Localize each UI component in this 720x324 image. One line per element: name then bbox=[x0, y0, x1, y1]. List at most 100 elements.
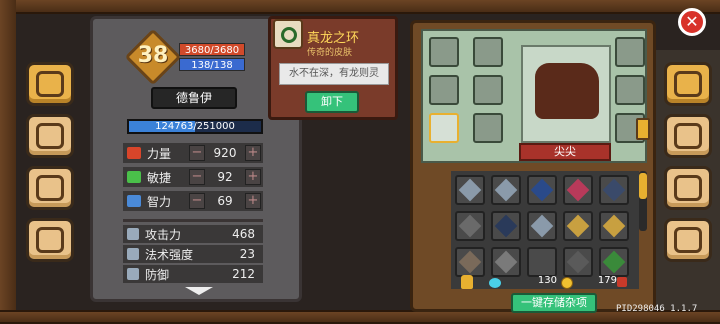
side-tab-settings[interactable] bbox=[664, 218, 712, 262]
inventory-item[interactable] bbox=[599, 247, 629, 277]
dragon-ring-icon bbox=[281, 27, 297, 43]
attr-label: 力量 bbox=[147, 146, 172, 161]
intellect-plus-button[interactable]: + bbox=[245, 193, 261, 209]
frame-top bbox=[0, 0, 720, 14]
slot-ring-1[interactable] bbox=[473, 75, 503, 105]
book-icon bbox=[36, 71, 64, 97]
card-icon bbox=[566, 214, 590, 238]
inventory-grid bbox=[451, 171, 639, 289]
wand-icon bbox=[127, 248, 139, 260]
slot-ring-2[interactable] bbox=[473, 113, 503, 143]
attr-row-strength: 力量 − 920 + bbox=[123, 143, 263, 163]
item-subtitle: 传奇的皮肤 bbox=[307, 48, 353, 58]
bear-sprite bbox=[535, 63, 599, 119]
crossbow-icon bbox=[494, 250, 518, 274]
equipment-slots-area: 尖尖 bbox=[421, 29, 647, 163]
version-label: PID298046 1.1.7 bbox=[616, 304, 698, 314]
exp-text: 124763/251000 bbox=[155, 121, 235, 132]
item-description: 水不在深，有龙则灵 bbox=[279, 63, 389, 85]
gem-count: 130 bbox=[537, 275, 557, 286]
level-number: 38 bbox=[137, 43, 169, 68]
inventory-item[interactable] bbox=[455, 175, 485, 205]
slot-helmet[interactable] bbox=[429, 75, 459, 105]
stat-row-defense: 防御 212 bbox=[123, 265, 263, 283]
side-tab-vehicle[interactable] bbox=[26, 218, 74, 262]
attr-value: 69 bbox=[217, 194, 233, 208]
slot-badge[interactable] bbox=[429, 37, 459, 67]
slot-necklace[interactable] bbox=[473, 37, 503, 67]
side-tab-map[interactable] bbox=[26, 114, 74, 158]
inventory-scrollbar[interactable] bbox=[639, 171, 647, 231]
intellect-icon bbox=[127, 195, 141, 207]
compass-icon bbox=[674, 175, 702, 201]
inventory-item[interactable] bbox=[563, 211, 593, 241]
map-scroll-icon bbox=[36, 123, 64, 149]
inventory-item[interactable] bbox=[491, 175, 521, 205]
strength-icon bbox=[127, 147, 141, 159]
side-tab-weapons[interactable] bbox=[664, 114, 712, 158]
inventory-item[interactable] bbox=[527, 175, 557, 205]
inventory-item-empty[interactable] bbox=[527, 247, 557, 277]
inventory-item[interactable] bbox=[563, 247, 593, 277]
attr-label: 敏捷 bbox=[147, 170, 172, 185]
strength-plus-button[interactable]: + bbox=[245, 145, 261, 161]
coin-icon bbox=[561, 277, 573, 289]
inventory-item[interactable] bbox=[455, 211, 485, 241]
inventory-item[interactable] bbox=[491, 211, 521, 241]
agility-minus-button[interactable]: − bbox=[189, 169, 205, 185]
card-icon bbox=[602, 214, 626, 238]
inventory-item[interactable] bbox=[491, 247, 521, 277]
pet-portrait bbox=[521, 45, 611, 143]
stat-value: 212 bbox=[232, 267, 255, 281]
inventory-item[interactable] bbox=[599, 211, 629, 241]
helmet-icon bbox=[494, 214, 518, 238]
bow-icon bbox=[458, 250, 482, 274]
inventory-item[interactable] bbox=[527, 211, 557, 241]
exp-bar: 124763/251000 bbox=[127, 119, 263, 134]
slot-armor[interactable] bbox=[615, 75, 645, 105]
attr-row-intellect: 智力 − 69 + bbox=[123, 191, 263, 211]
stat-value: 23 bbox=[239, 247, 255, 261]
close-button[interactable]: ✕ bbox=[678, 8, 706, 36]
inventory-item[interactable] bbox=[455, 247, 485, 277]
inventory-item[interactable] bbox=[599, 175, 629, 205]
agility-icon bbox=[127, 171, 141, 183]
lock-icon[interactable] bbox=[461, 275, 473, 289]
divider bbox=[123, 219, 263, 222]
stat-value: 468 bbox=[232, 227, 255, 241]
boot-icon bbox=[458, 214, 482, 238]
side-tab-skills[interactable] bbox=[664, 166, 712, 210]
intellect-minus-button[interactable]: − bbox=[189, 193, 205, 209]
item-tooltip: 真龙之环 传奇的皮肤 水不在深，有龙则灵 卸下 bbox=[268, 16, 398, 120]
unequip-button[interactable]: 卸下 bbox=[305, 91, 359, 113]
pawprint-icon bbox=[36, 175, 64, 201]
strength-minus-button[interactable]: − bbox=[189, 145, 205, 161]
steering-wheel-icon bbox=[36, 227, 64, 253]
slot-ring-selected[interactable] bbox=[429, 113, 459, 143]
agility-plus-button[interactable]: + bbox=[245, 169, 261, 185]
item-icon-frame bbox=[273, 19, 303, 49]
store-all-button[interactable]: 一键存储杂项 bbox=[511, 293, 597, 313]
item-name: 真龙之环 bbox=[307, 31, 360, 46]
gear-icon bbox=[674, 227, 702, 253]
coin-count: 179 bbox=[597, 275, 617, 286]
attr-row-agility: 敏捷 − 92 + bbox=[123, 167, 263, 187]
class-name-button[interactable]: 德鲁伊 bbox=[151, 87, 237, 109]
blade-icon bbox=[458, 178, 482, 202]
stat-label: 防御 bbox=[145, 267, 170, 282]
panel-toggle-arrow[interactable] bbox=[636, 118, 650, 140]
weapons-icon bbox=[674, 123, 702, 149]
slot-hat[interactable] bbox=[615, 37, 645, 67]
stat-row-attack: 攻击力 468 bbox=[123, 225, 263, 243]
side-tab-book[interactable] bbox=[26, 62, 74, 106]
inventory-item[interactable] bbox=[563, 175, 593, 205]
scroll-thumb[interactable] bbox=[639, 173, 647, 199]
helmet-icon bbox=[674, 71, 702, 97]
helmet-icon bbox=[566, 250, 590, 274]
mp-bar: 138/138 bbox=[179, 58, 245, 71]
equipment-panel: 尖尖 130 179 一键存储杂项 bbox=[410, 20, 656, 313]
hp-bar: 3680/3680 bbox=[179, 43, 245, 56]
scroll-down-icon[interactable] bbox=[185, 287, 213, 295]
side-tab-pet[interactable] bbox=[26, 166, 74, 210]
side-tab-equipment[interactable] bbox=[664, 62, 712, 106]
